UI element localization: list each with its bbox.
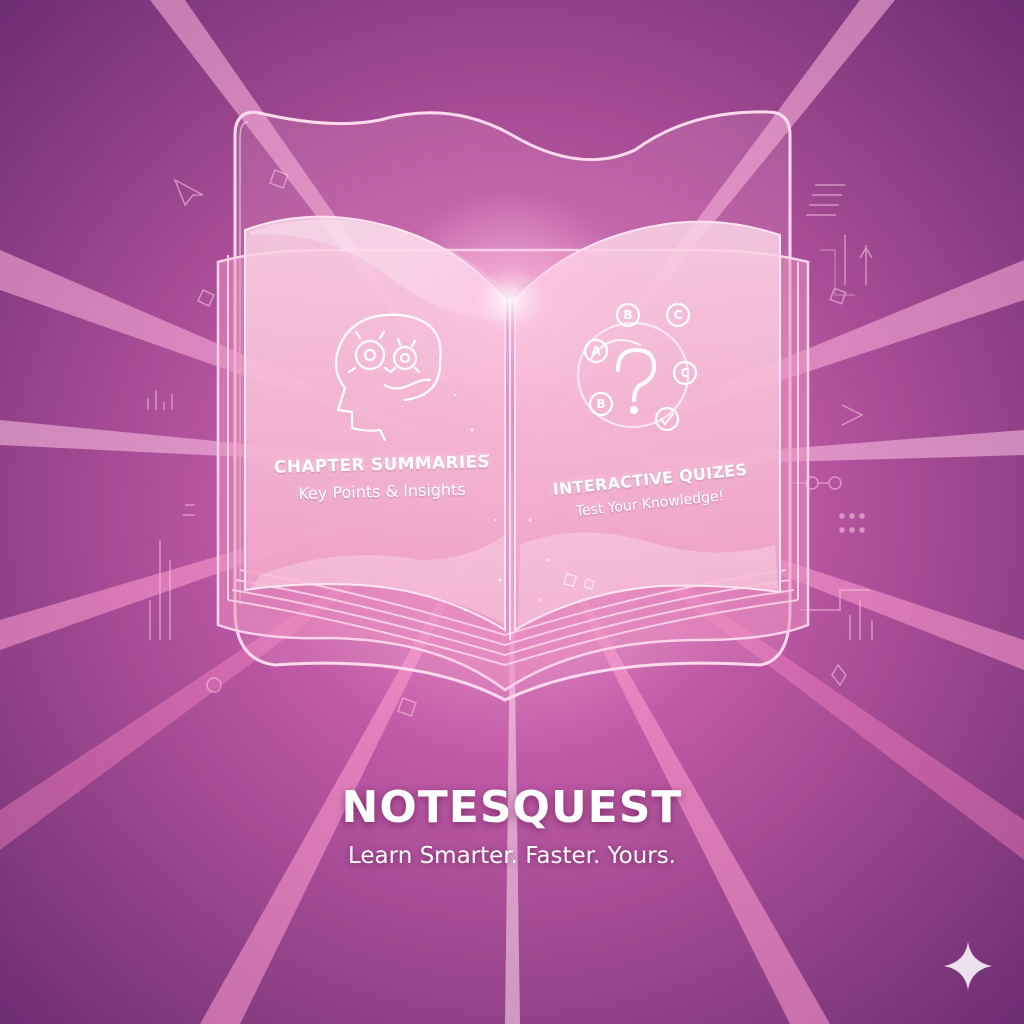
- option-c-label: C: [674, 308, 683, 322]
- brand-tagline: Learn Smarter. Faster. Yours.: [347, 843, 676, 869]
- brand-title: NOTESQUEST: [341, 782, 683, 833]
- option-b-label: B: [623, 308, 632, 322]
- option-b2-label: B: [596, 397, 605, 411]
- hero-illustration: A B C C B: [0, 0, 1024, 1024]
- option-c2-label: C: [681, 366, 690, 380]
- option-a-label: A: [591, 344, 601, 358]
